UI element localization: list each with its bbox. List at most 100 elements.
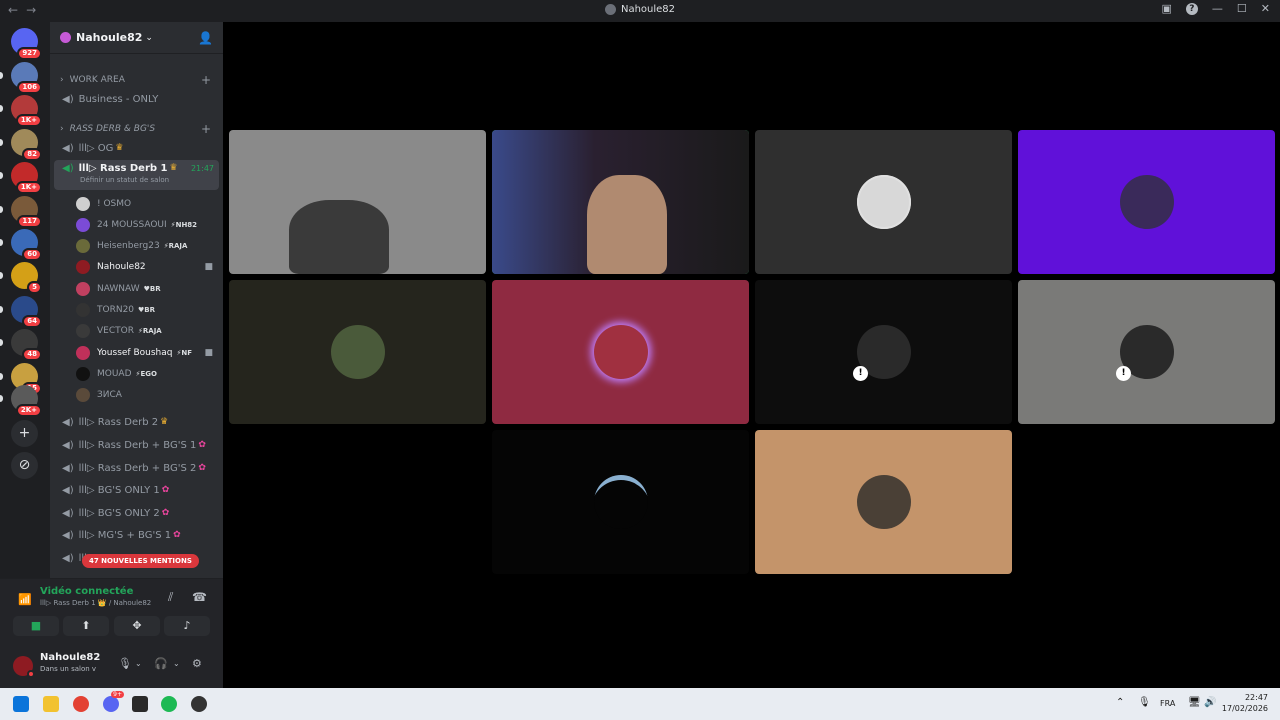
speaker-icon: ◀) <box>62 142 74 154</box>
participant-tile[interactable] <box>229 280 486 424</box>
server-icon-9[interactable]: 64 <box>11 296 42 328</box>
guild-header[interactable]: Nahoule82 ⌄ 👤 <box>50 22 223 54</box>
channel-status[interactable]: Définir un statut de salon <box>80 176 169 184</box>
user-status: Dans un salon v <box>40 665 97 673</box>
server-icon-7[interactable]: 60 <box>11 229 42 261</box>
spotify-icon[interactable] <box>161 696 177 712</box>
channel-og[interactable]: ◀) lll▷ OG ♛ <box>54 138 219 158</box>
server-icon-8[interactable]: 5 <box>11 262 42 294</box>
server-icon-6[interactable]: 117 <box>11 196 42 228</box>
microphone-icon[interactable]: 🎙 <box>118 657 132 670</box>
mention-badge: 64 <box>22 315 42 328</box>
camera-button[interactable]: ■ <box>13 616 59 636</box>
add-server-button[interactable]: + <box>11 420 38 447</box>
add-channel-icon[interactable]: + <box>201 73 211 87</box>
avatar <box>76 239 90 254</box>
close-button[interactable]: ✕ <box>1261 2 1270 15</box>
language-indicator[interactable]: FRA <box>1160 699 1175 708</box>
unread-pill <box>0 105 3 112</box>
new-mentions-badge[interactable]: 47 NOUVELLES MENTIONS <box>82 554 199 568</box>
unread-pill <box>0 373 3 380</box>
unread-pill <box>0 72 3 79</box>
category-work-area[interactable]: › WORK AREA + <box>50 72 223 88</box>
voice-user[interactable]: ЗИСА <box>76 386 219 405</box>
channel-rass-derb-1[interactable]: ◀) lll▷ Rass Derb 1 ♛ 21:47 Définir un st… <box>54 160 219 190</box>
noise-suppression-icon[interactable]: ⫽ <box>168 590 173 605</box>
file-explorer-icon[interactable] <box>43 696 59 712</box>
user-tag: ♥BR <box>138 306 156 314</box>
clock[interactable]: 22:47 17/02/2026 <box>1222 692 1268 714</box>
minimize-button[interactable]: — <box>1212 2 1223 15</box>
help-icon[interactable]: ? <box>1185 2 1198 15</box>
channel-rass-derb-2[interactable]: ◀) lll▷ Rass Derb 2 ♛ <box>54 412 219 432</box>
voice-user[interactable]: TORN20 ♥BR <box>76 301 219 320</box>
voice-user[interactable]: VECTOR ⚡RAJA <box>76 322 219 341</box>
inbox-icon[interactable]: ▣ <box>1162 2 1172 15</box>
voice-user[interactable]: Youssef Boushaq ⚡NF ■ <box>76 343 219 362</box>
voice-connection-panel: 📶 Vidéo connectée lll▷ Rass Derb 1 👑 / N… <box>0 578 223 644</box>
server-icon-1[interactable]: 927 <box>11 28 42 60</box>
deafened-icon: ! <box>1116 366 1131 381</box>
voice-user[interactable]: Heisenberg23 ⚡RAJA <box>76 237 219 256</box>
disconnect-icon[interactable]: ☎ <box>192 590 207 604</box>
chrome-icon[interactable] <box>73 696 89 712</box>
headphones-icon[interactable]: 🎧 <box>154 657 168 670</box>
participant-avatar <box>856 175 911 229</box>
user-tag: ⚡RAJA <box>163 242 188 251</box>
chevron-up-icon[interactable]: ⌃ <box>1116 697 1124 708</box>
channel-rass-derb-bgs-2[interactable]: ◀) lll▷ Rass Derb + BG'S 2 ✿ <box>54 458 219 478</box>
steam-icon[interactable] <box>191 696 207 712</box>
category-rass-derb[interactable]: › RASS DERB & BG'S + <box>50 121 223 137</box>
video-stream-tile[interactable] <box>229 130 486 274</box>
chevron-down-icon[interactable]: ⌄ <box>173 659 180 668</box>
avatar[interactable] <box>13 656 35 678</box>
voice-user[interactable]: Nahoule82 ■ <box>76 258 219 277</box>
voice-user[interactable]: MOUAD ⚡EGO <box>76 364 219 383</box>
window-controls: ▣ ? — ☐ ✕ <box>1162 2 1271 15</box>
settings-gear-icon[interactable]: ⚙ <box>192 657 202 670</box>
participant-tile[interactable] <box>1018 130 1275 274</box>
signal-icon[interactable]: 📶 <box>18 593 32 606</box>
x-app-icon[interactable] <box>132 696 148 712</box>
server-icon-3[interactable]: 1K+ <box>11 95 42 127</box>
mention-badge: 82 <box>22 148 42 161</box>
participant-tile[interactable] <box>755 130 1012 274</box>
participant-tile[interactable] <box>492 430 749 574</box>
crown-icon: ♛ <box>160 417 169 427</box>
discord-taskbar-icon[interactable]: 9+ <box>103 691 124 712</box>
server-icon-5[interactable]: 1K+ <box>11 162 42 194</box>
unread-pill <box>0 206 3 213</box>
network-icon[interactable]: 🖥 <box>1188 697 1201 708</box>
invite-people-icon[interactable]: 👤 <box>198 31 213 45</box>
server-icon-2[interactable]: 106 <box>11 62 42 94</box>
volume-icon[interactable]: 🔊 <box>1204 697 1216 708</box>
channel-mgs-bgs-1[interactable]: ◀) lll▷ MG'S + BG'S 1 ✿ <box>54 525 219 545</box>
participant-tile[interactable] <box>492 280 749 424</box>
microphone-tray-icon[interactable]: 🎙 <box>1138 697 1151 708</box>
channel-bgs-only-1[interactable]: ◀) lll▷ BG'S ONLY 1 ✿ <box>54 480 219 500</box>
add-channel-icon[interactable]: + <box>201 122 211 136</box>
speaker-icon: ◀) <box>62 484 74 496</box>
screen-share-button[interactable]: ⬆ <box>63 616 109 636</box>
participant-tile[interactable]: ! <box>755 280 1012 424</box>
participant-tile[interactable] <box>755 430 1012 574</box>
channel-business[interactable]: ◀) Business - ONLY <box>54 89 219 109</box>
participant-tile[interactable]: ! <box>1018 280 1275 424</box>
channel-rass-derb-bgs-1[interactable]: ◀) lll▷ Rass Derb + BG'S 1 ✿ <box>54 435 219 455</box>
voice-user-name: ЗИСА <box>97 390 122 401</box>
voice-user[interactable]: NAWNAW ♥BR <box>76 279 219 298</box>
server-icon-4[interactable]: 82 <box>11 129 42 161</box>
voice-user[interactable]: ! OSMO <box>76 194 219 213</box>
channel-bgs-only-2[interactable]: ◀) lll▷ BG'S ONLY 2 ✿ <box>54 503 219 523</box>
server-icon-12[interactable]: 2K+ <box>11 385 42 417</box>
voice-location[interactable]: lll▷ Rass Derb 1 👑 / Nahoule82 <box>40 599 151 607</box>
activities-button[interactable]: ✥ <box>114 616 160 636</box>
maximize-button[interactable]: ☐ <box>1237 2 1247 15</box>
voice-user[interactable]: 24 MOUSSAOUI ⚡NH82 <box>76 215 219 234</box>
soundboard-button[interactable]: ♪ <box>164 616 210 636</box>
windows-start-icon[interactable] <box>13 696 29 712</box>
server-icon-10[interactable]: 48 <box>11 329 42 361</box>
video-stream-tile[interactable] <box>492 130 749 274</box>
chevron-down-icon[interactable]: ⌄ <box>135 659 142 668</box>
discover-button[interactable]: ⊘ <box>11 452 38 479</box>
